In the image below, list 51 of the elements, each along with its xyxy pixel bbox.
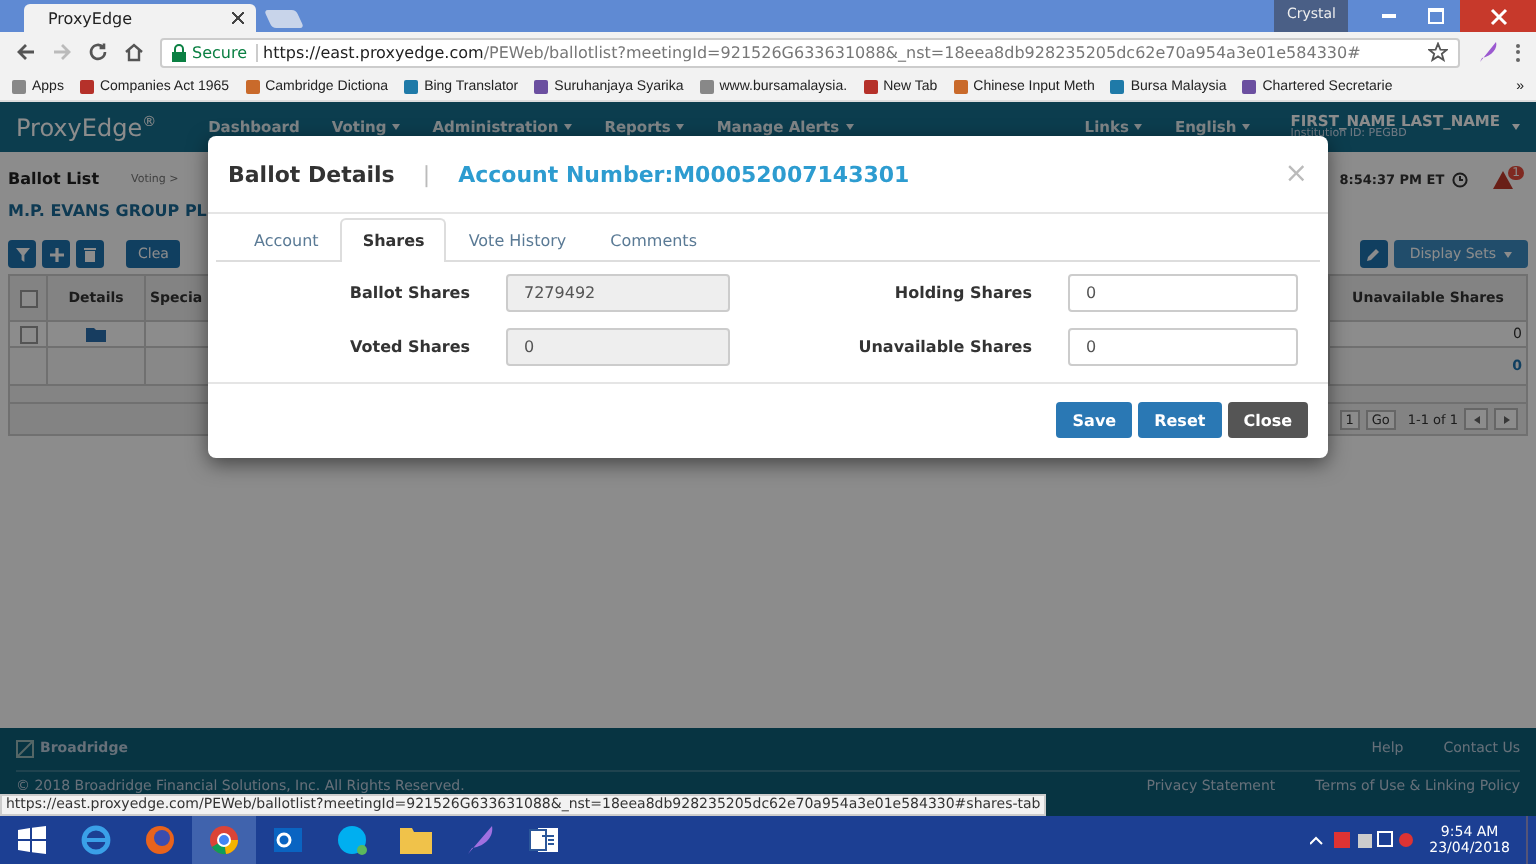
pencil-icon <box>1366 247 1381 261</box>
close-icon[interactable] <box>1460 0 1536 32</box>
field-label: Unavailable Shares <box>856 338 1032 356</box>
folder-icon[interactable] <box>86 327 106 341</box>
edit-button[interactable] <box>1359 240 1388 268</box>
secure-label: Secure <box>192 43 258 61</box>
field-label: Holding Shares <box>892 284 1032 302</box>
tab[interactable]: Comments <box>588 218 719 262</box>
star-icon[interactable] <box>1428 42 1448 62</box>
account-number: Account Number:M00052007143301 <box>458 161 910 187</box>
input-field[interactable]: 0 <box>1068 328 1298 366</box>
checkbox[interactable] <box>19 289 37 307</box>
page-title: Ballot List <box>8 170 100 188</box>
back-arrow-icon[interactable] <box>16 42 36 62</box>
reload-icon[interactable] <box>88 42 108 62</box>
add-button[interactable] <box>42 240 70 268</box>
previous-page-button[interactable] <box>1464 408 1488 430</box>
feather-icon[interactable] <box>1476 40 1500 64</box>
dialog-button[interactable]: Reset <box>1138 402 1222 438</box>
brand-logo-icon <box>16 739 34 757</box>
logo[interactable]: ProxyEdge$^{®}$ <box>16 113 157 141</box>
tab[interactable]: Account <box>232 218 341 262</box>
next-page-button[interactable] <box>1494 408 1518 430</box>
plus-icon <box>49 247 63 261</box>
field-label: Ballot Shares <box>347 284 470 302</box>
company-name: M.P. EVANS GROUP PL <box>8 202 209 220</box>
filter-button[interactable] <box>8 240 36 268</box>
dialog-button[interactable]: Close <box>1227 402 1308 438</box>
delete-button[interactable] <box>76 240 104 268</box>
tab-title: ProxyEdge <box>48 9 135 27</box>
home-icon[interactable] <box>124 42 144 62</box>
tab[interactable]: Shares <box>340 218 447 262</box>
new-tab-button[interactable] <box>263 10 305 28</box>
clock-icon <box>1452 171 1469 187</box>
lock-icon <box>172 43 186 61</box>
tray-icons[interactable] <box>1309 830 1414 850</box>
checkbox[interactable] <box>19 325 37 343</box>
address-bar[interactable]: Secure https://east.proxyedge.com/PEWeb/ballotlist?meetingId=921526G633631088&_nst=18eea8db928235205dc62e70a954a3e01e584330# <box>160 37 1460 67</box>
modal-title: Ballot Details <box>228 161 395 187</box>
trash-icon <box>84 247 96 261</box>
browser-tab[interactable]: ProxyEdge <box>24 4 256 32</box>
title-separator: | <box>422 161 431 187</box>
field-label: Voted Shares <box>348 338 470 356</box>
filter-icon <box>15 247 29 261</box>
chrome-browser-icon[interactable] <box>192 816 256 864</box>
tab[interactable]: Vote History <box>446 218 589 262</box>
caret-icon[interactable] <box>1512 124 1520 130</box>
dialog-button[interactable]: Save <box>1056 402 1133 438</box>
url-text: https://east.proxyedge.com/PEWeb/ballotlist?meetingId=921526G633631088&_nst=18eea8db928235205dc62e70a954a3e01e584330# <box>263 43 1361 61</box>
close-icon[interactable] <box>232 12 244 24</box>
input-field[interactable]: 0 <box>1068 274 1298 312</box>
